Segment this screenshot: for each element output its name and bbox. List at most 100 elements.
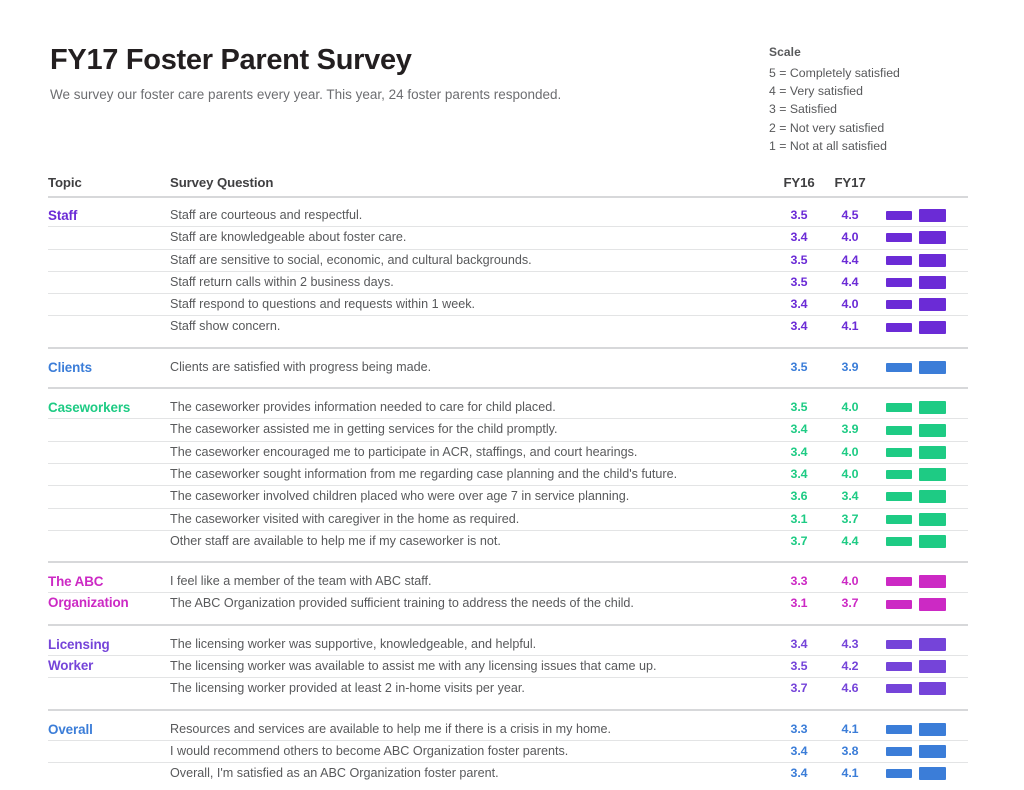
score-fy16: 3.6	[790, 489, 808, 504]
bar-fy16	[886, 425, 912, 435]
question-text: Other staff are available to help me if …	[170, 533, 501, 548]
score-fy16: 3.7	[790, 533, 808, 548]
score-fy16: 3.5	[790, 659, 808, 674]
score-bar-group	[876, 745, 978, 759]
question-text: Overall, I'm satisfied as an ABC Organiz…	[170, 766, 499, 781]
score-fy17: 4.4	[841, 252, 859, 267]
scale-legend-item: 1 = Not at all satisfied	[769, 138, 887, 153]
score-fy16: 3.5	[790, 208, 808, 222]
bar-fy16	[886, 403, 912, 413]
score-bar-group	[876, 660, 978, 674]
survey-section: Licensing Worker The licensing worker was …	[48, 623, 968, 700]
score-bar-group	[876, 423, 978, 437]
score-bar-group	[876, 637, 978, 651]
column-header-fy17: FY17	[834, 175, 866, 190]
survey-report-page: FY17 Foster Parent Survey We survey our …	[0, 0, 1024, 790]
question-text: The caseworker encouraged me to particip…	[170, 444, 638, 459]
bar-fy17	[919, 512, 946, 526]
survey-section: Caseworkers The caseworker provides infor…	[48, 387, 968, 552]
score-fy16: 3.5	[790, 359, 808, 374]
topic-label: Overall	[48, 721, 93, 737]
score-bar-group	[876, 682, 978, 696]
bar-fy16	[886, 300, 912, 310]
topic-label-line: Worker	[48, 658, 94, 674]
score-fy17: 3.9	[841, 422, 859, 437]
scale-legend-items: 5 = Completely satisfied 4 = Very satisfi…	[769, 64, 999, 155]
question-text: I would recommend others to become ABC O…	[170, 743, 569, 758]
table-row: The caseworker assisted me in getting se…	[48, 418, 968, 440]
table-row: The caseworker encouraged me to particip…	[48, 440, 968, 463]
scale-legend-item: 2 = Not very satisfied	[769, 120, 885, 135]
bar-fy17	[919, 535, 946, 548]
bar-fy17	[919, 401, 946, 415]
question-text: The licensing worker was supportive, kno…	[170, 636, 537, 651]
scale-legend-item: 4 = Very satisfied	[769, 84, 863, 99]
bar-fy17	[919, 360, 946, 374]
question-text: The ABC Organization provided sufficient…	[170, 596, 634, 611]
scale-legend: Scale 5 = Completely satisfied 4 = Very s…	[769, 45, 999, 155]
score-fy16: 3.4	[790, 636, 808, 651]
question-text: The licensing worker was available to as…	[170, 659, 657, 674]
bar-fy16	[886, 514, 912, 524]
bar-fy16	[886, 769, 912, 779]
score-bar-group	[876, 575, 978, 589]
score-fy16: 3.4	[790, 743, 808, 758]
score-fy16: 3.4	[790, 444, 808, 459]
question-text: The caseworker visited with caregiver in…	[170, 511, 520, 526]
column-header-question: Survey Question	[170, 175, 274, 190]
score-fy16: 3.4	[790, 466, 808, 481]
score-fy17: 3.4	[841, 489, 859, 504]
table-row: The ABC Organization provided sufficient…	[48, 592, 968, 614]
table-row: Other staff are available to help me if …	[48, 529, 968, 552]
score-bar-group	[876, 468, 978, 482]
score-fy17: 4.0	[841, 466, 859, 481]
topic-label: Clients	[48, 359, 92, 375]
table-row: The licensing worker provided at least 2…	[48, 677, 968, 699]
bar-fy17	[919, 722, 946, 736]
score-fy17: 4.4	[841, 274, 859, 289]
question-text: Clients are satisfied with progress bein…	[170, 359, 432, 374]
table-row: The licensing worker was available to as…	[48, 655, 968, 677]
bar-fy17	[919, 490, 946, 504]
bar-fy16	[886, 322, 912, 332]
bar-fy16	[886, 599, 912, 609]
score-fy16: 3.1	[790, 511, 808, 526]
table-row: The caseworker visited with caregiver in…	[48, 507, 968, 530]
topic-label: The ABC Organization	[48, 571, 170, 614]
table-row: Staff are knowledgeable about foster car…	[48, 226, 968, 248]
score-bar-group	[876, 276, 978, 290]
score-fy17: 3.8	[841, 743, 859, 758]
question-text: Staff show concern.	[170, 319, 281, 334]
column-header-fy16: FY16	[783, 175, 815, 190]
score-bar-group	[876, 512, 978, 526]
score-fy16: 3.1	[790, 596, 808, 611]
bar-fy17	[919, 637, 946, 651]
question-text: I feel like a member of the team with AB…	[170, 574, 432, 589]
score-fy16: 3.4	[790, 230, 808, 245]
bar-fy17	[919, 423, 946, 437]
scale-legend-title: Scale	[769, 45, 801, 59]
page-subtitle: We survey our foster care parents every …	[50, 87, 562, 103]
score-fy16: 3.7	[790, 681, 808, 696]
table-row: Resources and services are available to …	[48, 719, 968, 740]
bar-fy16	[886, 684, 912, 694]
question-text: The caseworker sought information from m…	[170, 466, 678, 481]
bar-fy16	[886, 724, 912, 734]
score-fy17: 3.9	[841, 359, 859, 374]
question-text: Staff return calls within 2 business day…	[170, 274, 394, 289]
score-fy17: 4.0	[841, 230, 859, 245]
score-fy17: 4.2	[841, 659, 859, 674]
bar-fy17	[919, 575, 946, 589]
bar-fy17	[919, 682, 946, 696]
bar-fy16	[886, 747, 912, 757]
bar-fy17	[919, 445, 946, 459]
score-fy17: 4.6	[841, 681, 859, 696]
table-row: The caseworker provides information need…	[48, 397, 968, 418]
question-text: The caseworker involved children placed …	[170, 489, 630, 504]
bar-fy17	[919, 276, 946, 290]
table-row: The caseworker sought information from m…	[48, 462, 968, 485]
table-row: I feel like a member of the team with AB…	[48, 571, 968, 592]
bar-fy16	[886, 492, 912, 502]
bar-fy16	[886, 537, 912, 546]
question-text: The caseworker assisted me in getting se…	[170, 422, 558, 437]
